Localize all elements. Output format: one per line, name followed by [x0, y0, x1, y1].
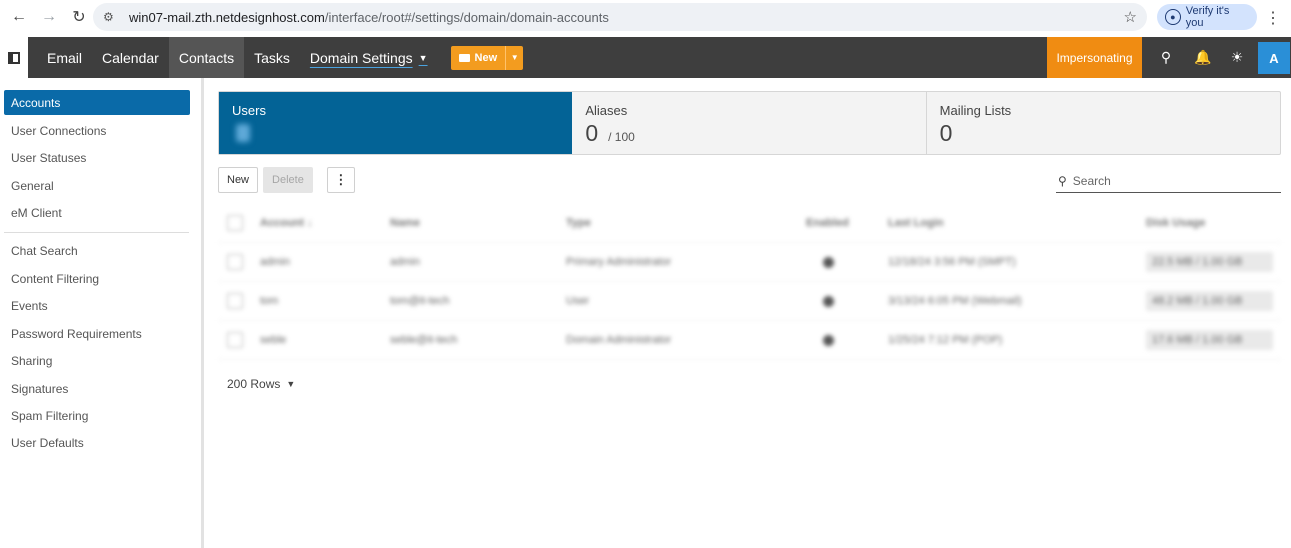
- site-info-icon[interactable]: ⚙: [103, 10, 121, 24]
- new-item-button[interactable]: New ▼: [450, 45, 524, 70]
- url-text: win07-mail.zth.netdesignhost.com/interfa…: [129, 9, 609, 25]
- sidebar-item-accounts[interactable]: Accounts: [4, 90, 190, 115]
- cell-type: Primary Administrator: [566, 256, 672, 268]
- address-bar[interactable]: ⚙ win07-mail.zth.netdesignhost.com/inter…: [93, 3, 1147, 31]
- bookmark-star-icon[interactable]: ☆: [1124, 8, 1137, 26]
- cell-name: seble@it-tech: [390, 334, 458, 346]
- accounts-toolbar: New Delete ⋮: [218, 167, 355, 193]
- cell-last-login: 1/25/24 7:12 PM (POP): [888, 334, 1003, 346]
- row-checkbox[interactable]: [227, 254, 243, 270]
- col-last-login[interactable]: Last Login: [888, 217, 944, 229]
- theme-sun-icon[interactable]: ☀: [1222, 37, 1252, 78]
- mailing-lists-count: 0: [939, 120, 953, 146]
- rows-per-page-select[interactable]: 200 Rows ▼: [227, 377, 295, 391]
- chevron-down-icon: ▼: [418, 52, 428, 63]
- sidebar-item-em-client[interactable]: eM Client: [11, 206, 62, 220]
- nav-tasks[interactable]: Tasks: [244, 37, 300, 78]
- bell-icon[interactable]: 🔔: [1188, 37, 1218, 78]
- envelope-icon: [458, 53, 470, 62]
- cell-type: Domain Administrator: [566, 334, 672, 346]
- stats-cards: Users Aliases 0/ 100 Mailing Lists 0: [218, 91, 1281, 155]
- search-icon[interactable]: ⚲: [1151, 37, 1181, 78]
- table-header: Account ↓ Name Type Enabled Last Login D…: [218, 204, 1281, 243]
- sidebar-item-signatures[interactable]: Signatures: [11, 382, 68, 396]
- nav-domain-settings[interactable]: Domain Settings ▼: [300, 37, 438, 78]
- card-aliases[interactable]: Aliases 0/ 100: [572, 92, 927, 154]
- table-row[interactable]: seble seble@it-tech Domain Administrator…: [218, 321, 1281, 360]
- users-count-blurred: [236, 124, 250, 142]
- col-enabled[interactable]: Enabled: [806, 217, 849, 229]
- verify-button[interactable]: ● Verify it's you: [1157, 4, 1257, 30]
- enabled-dot: [823, 295, 834, 307]
- nav-contacts[interactable]: Contacts: [168, 37, 245, 78]
- col-account[interactable]: Account ↓: [260, 217, 313, 229]
- reload-icon[interactable]: ↻: [68, 6, 90, 28]
- nav-calendar[interactable]: Calendar: [92, 37, 169, 78]
- cell-account: admin: [260, 256, 290, 268]
- sidebar-item-password-requirements[interactable]: Password Requirements: [11, 327, 142, 341]
- settings-sidebar: Accounts User Connections User Statuses …: [0, 78, 204, 548]
- col-name[interactable]: Name: [390, 217, 420, 229]
- chevron-down-icon: ▼: [286, 379, 296, 389]
- sidebar-item-user-defaults[interactable]: User Defaults: [11, 436, 84, 450]
- cell-name: tom@it-tech: [390, 295, 450, 307]
- enabled-dot: [823, 256, 834, 268]
- cell-disk: 22.5 MB / 1.00 GB: [1152, 256, 1243, 268]
- new-main-button[interactable]: New: [451, 46, 506, 70]
- impersonating-button[interactable]: Impersonating: [1047, 37, 1142, 78]
- col-type[interactable]: Type: [566, 217, 591, 229]
- aliases-limit: / 100: [608, 130, 635, 144]
- sidebar-item-user-statuses[interactable]: User Statuses: [11, 151, 86, 165]
- browser-menu-icon[interactable]: ⋮: [1265, 8, 1281, 28]
- card-users[interactable]: Users: [219, 92, 573, 154]
- sidebar-item-spam-filtering[interactable]: Spam Filtering: [11, 409, 88, 423]
- sidebar-item-events[interactable]: Events: [11, 299, 48, 313]
- cell-disk: 48.2 MB / 1.00 GB: [1152, 295, 1243, 307]
- row-checkbox[interactable]: [227, 293, 243, 309]
- cell-disk: 17.6 MB / 1.00 GB: [1152, 334, 1243, 346]
- row-checkbox[interactable]: [227, 332, 243, 348]
- back-icon[interactable]: ←: [8, 6, 30, 28]
- avatar[interactable]: A: [1258, 42, 1290, 74]
- browser-toolbar: ← → ↻ ⚙ win07-mail.zth.netdesignhost.com…: [0, 0, 1291, 34]
- aliases-count: 0: [585, 120, 599, 146]
- accounts-table: Account ↓ Name Type Enabled Last Login D…: [218, 204, 1281, 360]
- delete-button[interactable]: Delete: [263, 167, 313, 193]
- search-icon: ⚲: [1058, 174, 1067, 188]
- search-input[interactable]: ⚲ Search: [1056, 170, 1281, 193]
- account-icon: ●: [1165, 9, 1181, 25]
- cell-account: seble: [260, 334, 287, 346]
- new-account-button[interactable]: New: [218, 167, 259, 193]
- sidebar-item-content-filtering[interactable]: Content Filtering: [11, 272, 99, 286]
- card-mailing-lists[interactable]: Mailing Lists 0: [927, 92, 1280, 154]
- cell-last-login: 12/18/24 3:56 PM (SMPT): [888, 256, 1016, 268]
- select-all-checkbox[interactable]: [227, 215, 243, 231]
- table-row[interactable]: admin admin Primary Administrator 12/18/…: [218, 243, 1281, 282]
- cell-type: User: [566, 295, 590, 307]
- sidebar-item-chat-search[interactable]: Chat Search: [11, 244, 78, 258]
- cell-name: admin: [390, 256, 420, 268]
- new-dropdown-icon[interactable]: ▼: [505, 45, 523, 70]
- sidebar-toggle-icon[interactable]: [0, 37, 28, 78]
- cell-account: tom: [260, 295, 279, 307]
- forward-icon[interactable]: →: [38, 6, 60, 28]
- sidebar-item-user-connections[interactable]: User Connections: [11, 124, 106, 138]
- nav-email[interactable]: Email: [37, 37, 92, 78]
- more-options-icon[interactable]: ⋮: [326, 167, 355, 193]
- sidebar-item-general[interactable]: General: [11, 179, 54, 193]
- enabled-dot: [823, 334, 834, 346]
- sidebar-item-sharing[interactable]: Sharing: [11, 354, 52, 368]
- sidebar-divider: [4, 232, 189, 233]
- table-row[interactable]: tom tom@it-tech User 3/13/24 6:05 PM (We…: [218, 282, 1281, 321]
- col-disk-usage[interactable]: Disk Usage: [1146, 217, 1205, 229]
- cell-last-login: 3/13/24 6:05 PM (Webmail): [888, 295, 1022, 307]
- app-topbar: Email Calendar Contacts Tasks Domain Set…: [0, 37, 1291, 78]
